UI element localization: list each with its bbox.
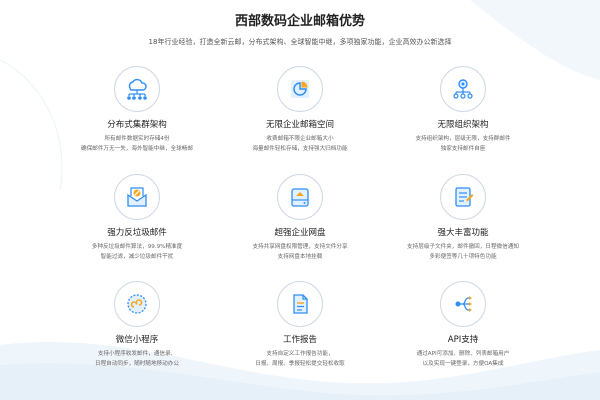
feature-title: 无限组织架构 xyxy=(437,120,489,130)
feature-title: 分布式集群架构 xyxy=(107,120,167,130)
feature-desc-line1: 所有邮件数据实时存储4份 xyxy=(104,136,170,142)
feature-desc-line2: 多彩便签等几十项特色功能 xyxy=(429,253,497,260)
feature-desc-line2: 以及实现一键登录，方便OA集成 xyxy=(422,360,504,367)
feature-desc-line2: 日报、周报、季报轻松提交轻松收取 xyxy=(255,360,345,367)
feature-desc-line1: 支持层级子文件夹，邮件撤回，日程微信通知 xyxy=(407,244,519,250)
cluster-icon xyxy=(114,66,160,112)
feature-card-api: API支持 通过API可添加、删除、列表邮箱用户 以及实现一键登录，方便OA集成 xyxy=(378,281,548,369)
feature-card-miniprogram: 微信小程序 支持小程序收发邮件，通信录、 日程自动同步，随时随地移动办公 xyxy=(52,281,222,369)
feature-desc-line1: 多种反垃圾邮件算法，99.9%精准度 xyxy=(91,244,183,250)
feature-title: 强力反垃圾邮件 xyxy=(107,228,167,238)
report-icon xyxy=(277,281,323,327)
pie-chart-icon xyxy=(277,66,323,112)
feature-title: 强大丰富功能 xyxy=(437,228,489,238)
feature-card-storage: 无限企业邮箱空间 收费邮箱不限企业邮箱大小 海量邮件轻松存储，支持强大归档功能 xyxy=(215,66,385,154)
mini-program-icon xyxy=(114,281,160,327)
feature-desc-line1: 通过API可添加、删除、列表邮箱用户 xyxy=(416,351,510,357)
feature-title: 工作报告 xyxy=(282,335,317,345)
feature-card-features: 强大丰富功能 支持层级子文件夹，邮件撤回，日程微信通知 多彩便签等几十项特色功能 xyxy=(378,174,548,262)
feature-card-antispam: 强力反垃圾邮件 多种反垃圾邮件算法，99.9%精准度 智能过滤，减少垃圾邮件干扰 xyxy=(52,174,222,262)
feature-title: API支持 xyxy=(447,335,479,345)
feature-desc-line1: 支持组织架构，层级无限，支持群邮件 xyxy=(415,136,511,142)
feature-desc-line2: 日程自动同步，随时随地移动办公 xyxy=(95,360,179,367)
feature-title: 无限企业邮箱空间 xyxy=(265,120,334,130)
feature-card-report: 工作报告 支持自定义工作报告功能， 日报、周报、季报轻松提交轻松收取 xyxy=(215,281,385,369)
feature-desc-line2: 智能过滤，减少垃圾邮件干扰 xyxy=(100,253,174,260)
feature-desc-line1: 收费邮箱不限企业邮箱大小 xyxy=(266,136,334,142)
feature-desc-line1: 支持自定义工作报告功能， xyxy=(266,351,334,357)
feature-title: 微信小程序 xyxy=(115,335,159,345)
feature-title: 超强企业网盘 xyxy=(274,228,326,238)
feature-list-icon xyxy=(440,174,486,220)
feature-desc-line1: 支持小程序收发邮件，通信录、 xyxy=(97,351,177,357)
org-structure-icon xyxy=(440,66,486,112)
page-title: 西部数码企业邮箱优势 xyxy=(234,14,365,29)
disk-icon xyxy=(277,174,323,220)
page-subtitle: 18年行业经验，打造全新云邮，分布式架构、全球智能中继，多项独家功能，企业高效办… xyxy=(148,38,452,46)
feature-desc-line2: 支持网盘本地挂载 xyxy=(277,253,323,260)
api-icon xyxy=(440,281,486,327)
feature-card-org: 无限组织架构 支持组织架构，层级无限，支持群邮件 独家支持邮件自座 xyxy=(378,66,548,154)
features-grid: 分布式集群架构 所有邮件数据实时存储4份 确保邮件万无一失，海外智能中继，全球畅… xyxy=(40,62,560,400)
feature-desc-line2: 确保邮件万无一失，海外智能中继，全球畅邮 xyxy=(81,145,193,152)
feature-card-cluster: 分布式集群架构 所有邮件数据实时存储4份 确保邮件万无一失，海外智能中继，全球畅… xyxy=(52,66,222,154)
feature-desc-line1: 支持共享网盘权限管理，支持文件分享 xyxy=(252,244,348,250)
feature-card-disk: 超强企业网盘 支持共享网盘权限管理，支持文件分享 支持网盘本地挂载 xyxy=(215,174,385,262)
feature-desc-line2: 独家支持邮件自座 xyxy=(440,145,486,152)
spam-shield-icon xyxy=(114,174,160,220)
feature-desc-line2: 海量邮件轻松存储，支持强大归档功能 xyxy=(252,145,348,152)
